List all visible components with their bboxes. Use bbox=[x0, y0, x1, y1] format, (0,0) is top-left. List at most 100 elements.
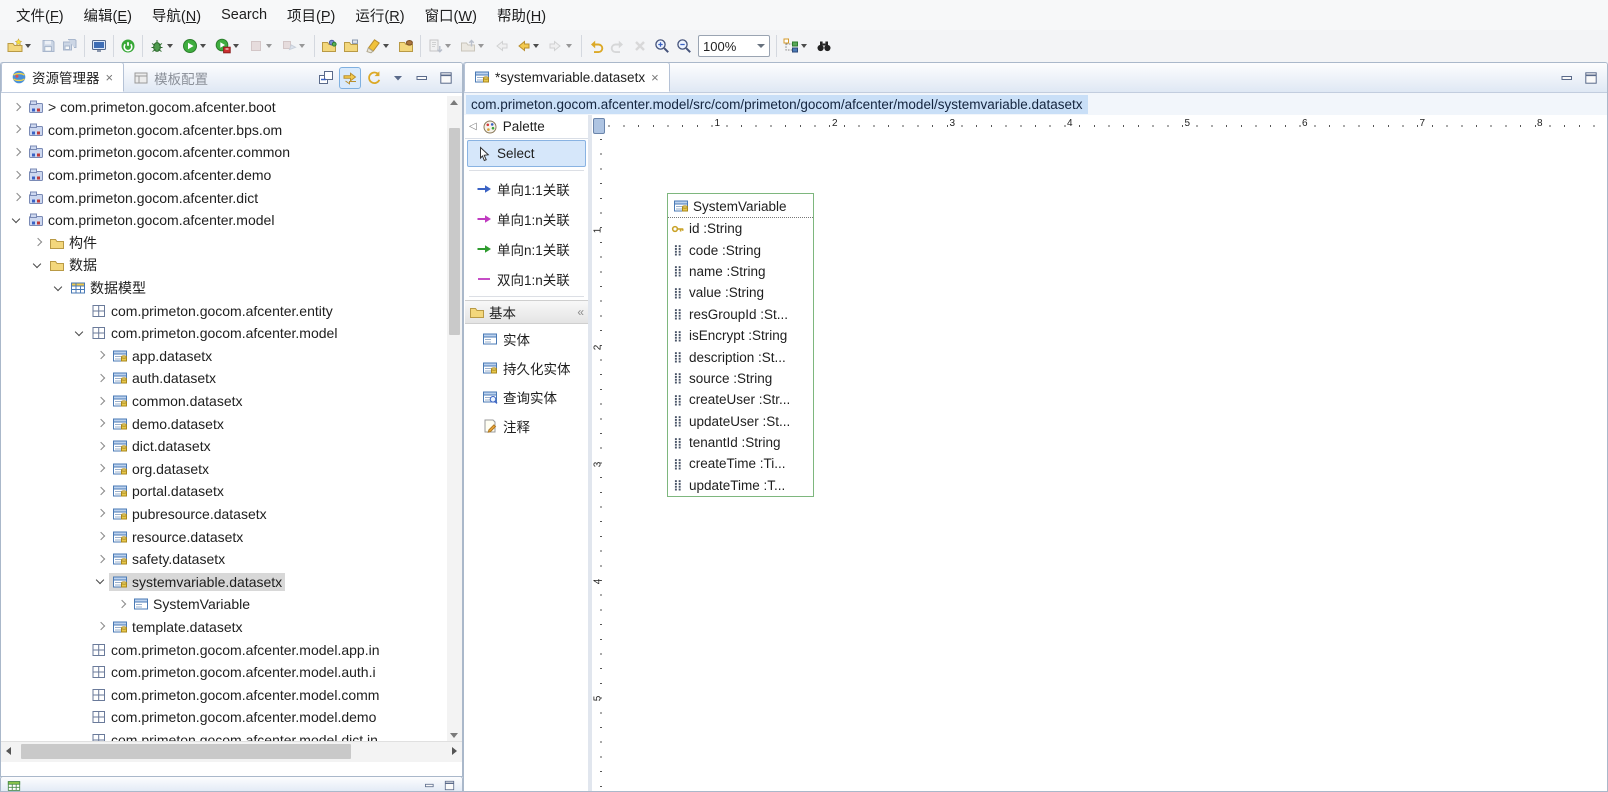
zoom-in-button[interactable] bbox=[651, 34, 673, 58]
chevron-expanded-icon[interactable] bbox=[51, 280, 67, 296]
link-with-editor-button[interactable] bbox=[340, 68, 360, 88]
tree-item[interactable]: SystemVariable bbox=[1, 593, 447, 616]
back-button[interactable] bbox=[512, 34, 545, 58]
tree-item[interactable]: com.primeton.gocom.afcenter.bps.om bbox=[1, 119, 447, 142]
chevron-collapsed-icon[interactable] bbox=[114, 596, 130, 612]
tree-item[interactable]: com.primeton.gocom.afcenter.model.auth.i bbox=[1, 661, 447, 684]
entity-field[interactable]: createTime :Ti... bbox=[668, 453, 813, 474]
checkin-button[interactable] bbox=[424, 34, 457, 58]
chevron-collapsed-icon[interactable] bbox=[93, 461, 109, 477]
entity-field[interactable]: resGroupId :St... bbox=[668, 304, 813, 325]
chevron-collapsed-icon[interactable] bbox=[93, 506, 109, 522]
palette-tool-relation-1-1[interactable]: 单向1:1关联 bbox=[467, 174, 586, 203]
chevron-collapsed-icon[interactable] bbox=[9, 190, 25, 206]
zoom-select-button[interactable]: 100% bbox=[698, 35, 770, 57]
tree-item[interactable]: com.primeton.gocom.afcenter.dict bbox=[1, 186, 447, 209]
entity-field[interactable]: id :String bbox=[668, 218, 813, 239]
view-menu-button[interactable] bbox=[388, 68, 408, 88]
chevron-collapsed-icon[interactable] bbox=[93, 348, 109, 364]
tree-item[interactable]: resource.datasetx bbox=[1, 525, 447, 548]
open-package-button[interactable] bbox=[395, 34, 417, 58]
tree-item[interactable]: demo.datasetx bbox=[1, 412, 447, 435]
close-icon[interactable]: × bbox=[105, 70, 115, 85]
open-folder-button[interactable] bbox=[340, 34, 362, 58]
save-button[interactable] bbox=[37, 34, 59, 58]
eos-server-button[interactable] bbox=[117, 34, 139, 58]
dropdown-caret-icon[interactable] bbox=[566, 44, 572, 48]
chevron-collapsed-icon[interactable] bbox=[93, 393, 109, 409]
tree-item[interactable]: com.primeton.gocom.afcenter.model.comm bbox=[1, 683, 447, 706]
entity-field[interactable]: code :String bbox=[668, 239, 813, 260]
menu-search[interactable]: Search bbox=[211, 3, 277, 27]
dropdown-caret-icon[interactable] bbox=[233, 44, 239, 48]
dropdown-caret-icon[interactable] bbox=[478, 44, 484, 48]
menu-run[interactable]: 运行(R) bbox=[345, 1, 414, 30]
scroll-up-arrow[interactable] bbox=[450, 100, 458, 105]
tree-item[interactable]: template.datasetx bbox=[1, 616, 447, 639]
breadcrumb-path[interactable]: com.primeton.gocom.afcenter.model/src/co… bbox=[466, 95, 1088, 114]
search-button[interactable] bbox=[813, 34, 835, 58]
tree-horizontal-scrollbar[interactable] bbox=[1, 741, 462, 762]
chevron-collapsed-icon[interactable] bbox=[93, 529, 109, 545]
palette-tool-relation-bi-1-n[interactable]: 双向1:n关联 bbox=[467, 264, 586, 293]
editor-tab-systemvariable[interactable]: *systemvariable.datasetx× bbox=[464, 62, 670, 92]
tree-item[interactable]: com.primeton.gocom.afcenter.common bbox=[1, 141, 447, 164]
tree-item[interactable]: 数据 bbox=[1, 254, 447, 277]
tree-item[interactable]: org.datasetx bbox=[1, 458, 447, 481]
vertical-scroll-thumb[interactable] bbox=[449, 128, 460, 335]
entity-field[interactable]: updateTime :T... bbox=[668, 475, 813, 496]
palette-pin-icon[interactable]: « bbox=[577, 305, 584, 319]
chevron-collapsed-icon[interactable] bbox=[9, 122, 25, 138]
tree-item[interactable]: dict.datasetx bbox=[1, 435, 447, 458]
debug-button[interactable] bbox=[146, 34, 179, 58]
bottom-view-stack[interactable] bbox=[0, 776, 463, 792]
tree-item[interactable]: pubresource.datasetx bbox=[1, 503, 447, 526]
chevron-collapsed-icon[interactable] bbox=[93, 551, 109, 567]
tree-item[interactable]: 构件 bbox=[1, 232, 447, 255]
close-icon[interactable]: × bbox=[650, 70, 660, 85]
menu-file[interactable]: 文件(F) bbox=[6, 1, 74, 30]
bottom-maximize-button[interactable] bbox=[443, 779, 456, 792]
run-config-button[interactable] bbox=[212, 34, 245, 58]
maximize-button[interactable] bbox=[1581, 68, 1601, 88]
chevron-collapsed-icon[interactable] bbox=[9, 167, 25, 183]
scroll-down-arrow[interactable] bbox=[450, 733, 458, 738]
tree-item[interactable]: com.primeton.gocom.afcenter.demo bbox=[1, 164, 447, 187]
palette-tool-select[interactable]: Select bbox=[467, 140, 586, 167]
chevron-collapsed-icon[interactable] bbox=[93, 438, 109, 454]
palette-item-persistent-entity[interactable]: 持久化实体 bbox=[467, 354, 586, 382]
menu-edit[interactable]: 编辑(E) bbox=[74, 1, 142, 30]
dropdown-caret-icon[interactable] bbox=[299, 44, 305, 48]
tree-item[interactable]: 数据模型 bbox=[1, 277, 447, 300]
open-console-button[interactable] bbox=[88, 34, 110, 58]
horizontal-scroll-thumb[interactable] bbox=[21, 744, 351, 759]
chevron-expanded-icon[interactable] bbox=[30, 257, 46, 273]
refresh-button[interactable] bbox=[364, 68, 384, 88]
open-resource-button[interactable] bbox=[318, 34, 340, 58]
stop-button[interactable] bbox=[245, 34, 278, 58]
scroll-right-arrow[interactable] bbox=[452, 747, 457, 755]
dropdown-caret-icon[interactable] bbox=[25, 44, 31, 48]
entity-header[interactable]: SystemVariable bbox=[668, 194, 813, 218]
view-tab-template-config[interactable]: 模板配置 bbox=[124, 64, 217, 92]
minimize-button[interactable] bbox=[412, 68, 432, 88]
palette-header[interactable]: ◁ Palette bbox=[465, 115, 588, 139]
entity-field[interactable]: description :St... bbox=[668, 346, 813, 367]
menu-navigate[interactable]: 导航(N) bbox=[142, 1, 211, 30]
chevron-collapsed-icon[interactable] bbox=[9, 144, 25, 160]
palette-tool-relation-n-1[interactable]: 单向n:1关联 bbox=[467, 234, 586, 263]
update-button[interactable] bbox=[457, 34, 490, 58]
bottom-minimize-button[interactable] bbox=[423, 779, 436, 792]
save-all-button[interactable] bbox=[59, 34, 81, 58]
entity-node-systemvariable[interactable]: SystemVariable id :Stringcode :Stringnam… bbox=[667, 193, 814, 497]
tree-item[interactable]: portal.datasetx bbox=[1, 480, 447, 503]
chevron-collapsed-icon[interactable] bbox=[93, 416, 109, 432]
tree-item[interactable]: com.primeton.gocom.afcenter.entity bbox=[1, 299, 447, 322]
palette-collapse-icon[interactable]: ◁ bbox=[469, 121, 477, 132]
palette-group-basic[interactable]: 基本 « bbox=[465, 300, 588, 324]
palette-item-query-entity[interactable]: 查询实体 bbox=[467, 383, 586, 411]
menu-project[interactable]: 项目(P) bbox=[277, 1, 345, 30]
tree-item[interactable]: com.primeton.gocom.afcenter.model bbox=[1, 209, 447, 232]
dropdown-caret-icon[interactable] bbox=[801, 44, 807, 48]
entity-field[interactable]: value :String bbox=[668, 282, 813, 303]
